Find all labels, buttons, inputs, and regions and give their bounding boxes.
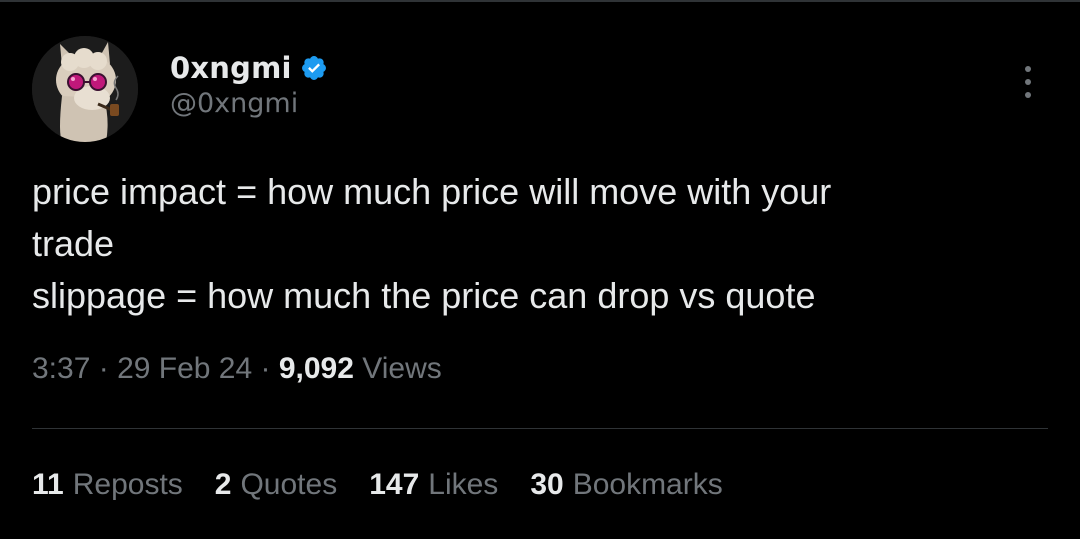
tweet-time[interactable]: 3:37 — [32, 352, 90, 385]
engagement-stats: 11 Reposts 2 Quotes 147 Likes 30 Bookmar… — [32, 468, 755, 502]
author-handle[interactable]: @0xngmi — [170, 88, 298, 119]
bookmarks-count: 30 — [530, 468, 564, 501]
verified-badge-icon[interactable] — [300, 54, 328, 82]
quotes-label: Quotes — [240, 468, 338, 501]
tweet-date[interactable]: 29 Feb 24 — [117, 352, 252, 385]
likes-label: Likes — [428, 468, 499, 501]
tweet-text-line: price impact = how much price will move … — [32, 171, 832, 212]
quotes-stat[interactable]: 2 Quotes — [215, 468, 337, 502]
author-name-row: 0xngmi — [170, 48, 328, 88]
tweet-text: price impact = how much price will move … — [32, 166, 1012, 322]
llama-avatar-icon — [32, 36, 138, 142]
views-count: 9,092 — [278, 352, 354, 385]
quotes-count: 2 — [214, 468, 232, 501]
tweet-header: 0xngmi @0xngmi — [32, 36, 1048, 144]
avatar[interactable] — [32, 36, 138, 142]
views-label: Views — [362, 352, 442, 385]
bookmarks-stat[interactable]: 30 Bookmarks — [530, 468, 722, 502]
reposts-count: 11 — [32, 468, 64, 501]
bookmarks-label: Bookmarks — [572, 468, 723, 501]
tweet-meta: 3:37 · 29 Feb 24 · 9,092 Views — [32, 352, 442, 386]
reposts-stat[interactable]: 11 Reposts — [32, 468, 183, 502]
tweet-text-line: slippage = how much the price can drop v… — [32, 275, 816, 316]
more-options-icon[interactable] — [1016, 63, 1040, 103]
author-display-name[interactable]: 0xngmi — [170, 51, 292, 85]
meta-separator: · — [252, 352, 279, 385]
top-divider — [0, 0, 1080, 2]
meta-separator: · — [90, 352, 118, 385]
divider — [32, 428, 1048, 429]
tweet-text-line: trade — [32, 223, 115, 264]
likes-count: 147 — [369, 468, 420, 501]
likes-stat[interactable]: 147 Likes — [369, 468, 498, 502]
reposts-label: Reposts — [72, 468, 183, 501]
